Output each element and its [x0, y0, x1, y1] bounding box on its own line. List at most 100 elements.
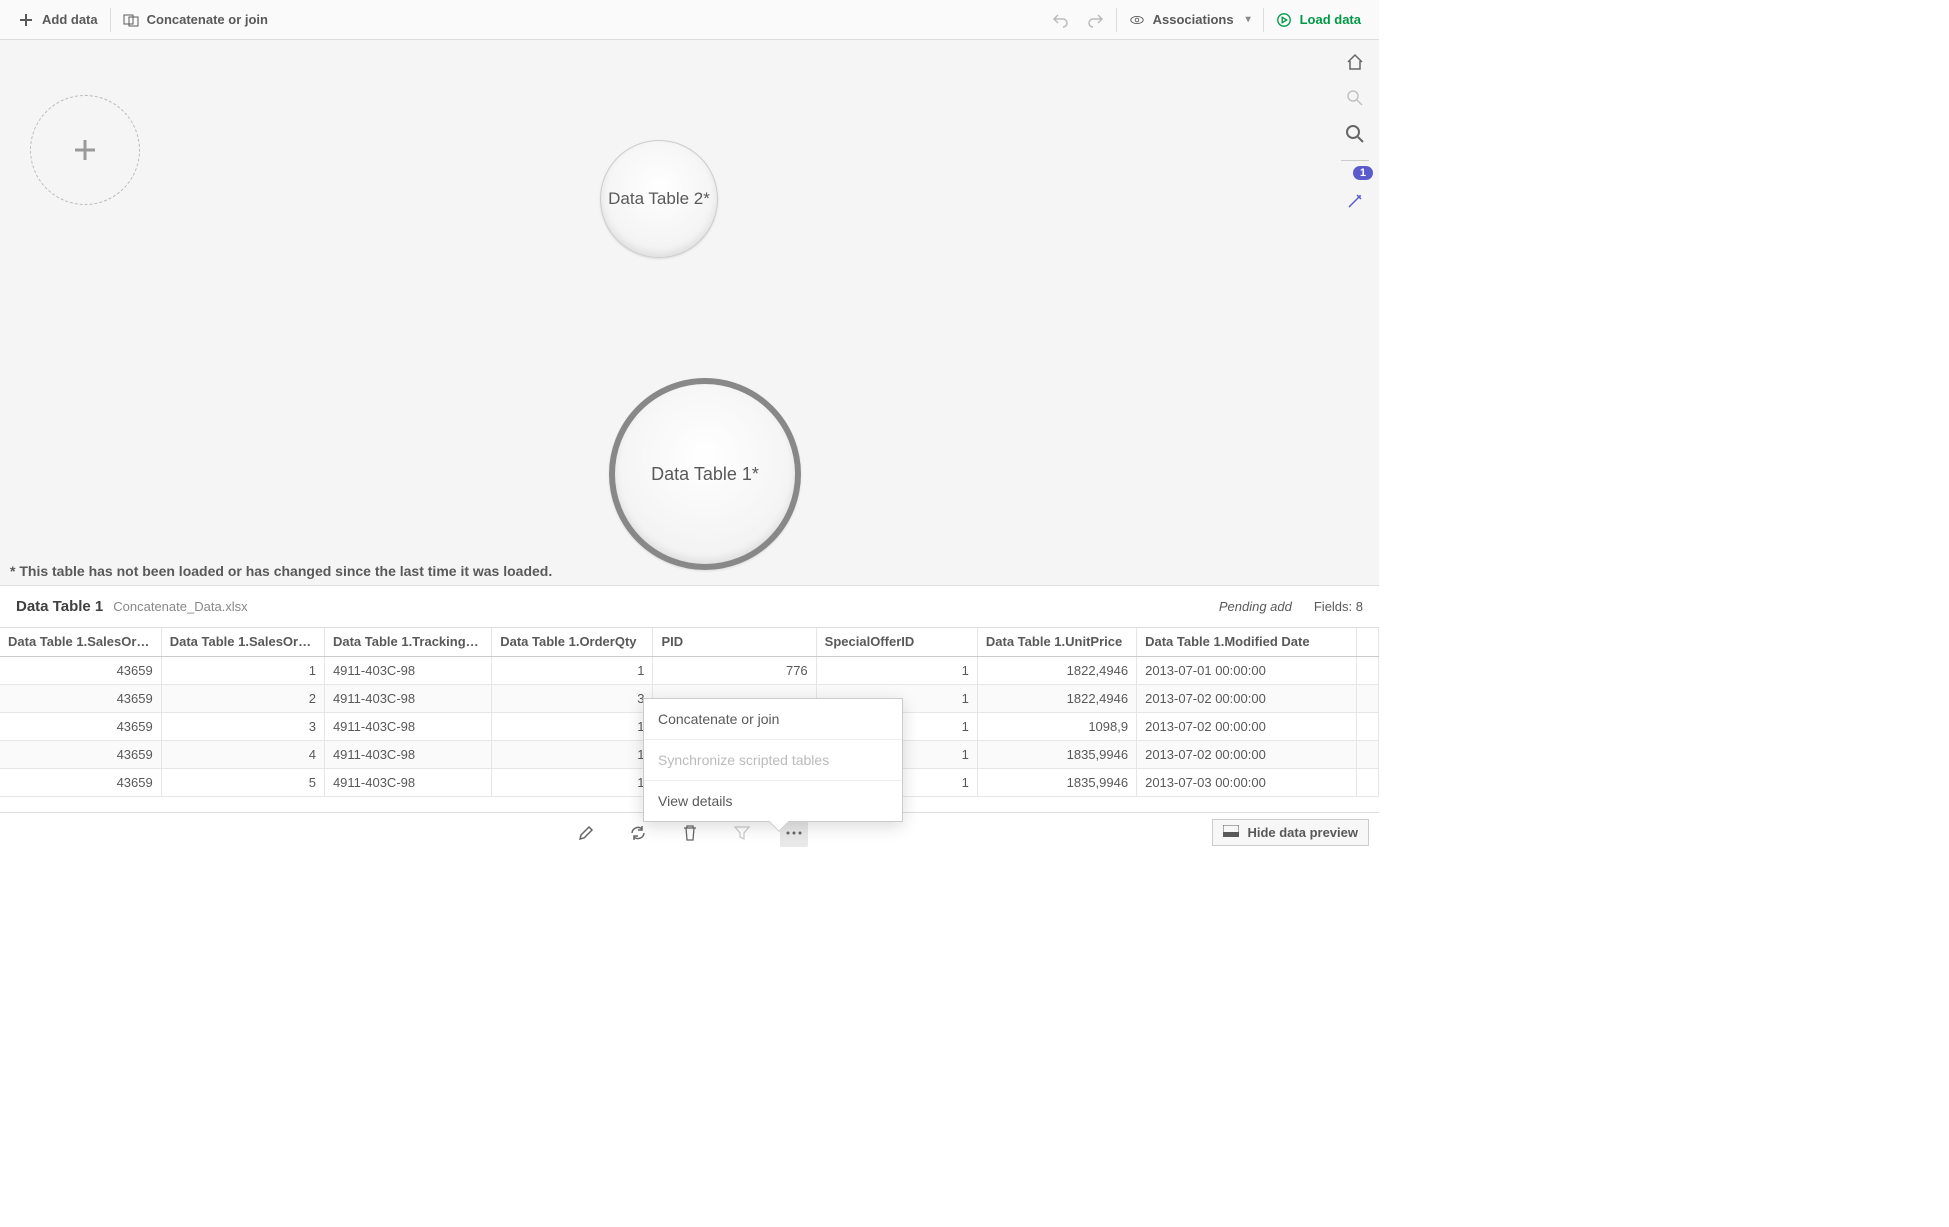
add-data-button[interactable]: Add data — [8, 0, 108, 39]
delete-button[interactable] — [676, 819, 704, 847]
table-cell: 5 — [161, 768, 324, 796]
refresh-button[interactable] — [624, 819, 652, 847]
load-data-button[interactable]: Load data — [1266, 0, 1371, 39]
table-bubble-1-label: Data Table 1* — [651, 464, 759, 485]
concatenate-join-label: Concatenate or join — [147, 12, 268, 27]
column-header[interactable]: SpecialOfferID — [816, 628, 977, 656]
table-cell: 43659 — [0, 740, 161, 768]
toolbar-separator — [110, 8, 111, 32]
table-cell: 2013-07-03 00:00:00 — [1137, 768, 1357, 796]
associations-button[interactable]: Associations ▾ — [1119, 0, 1261, 39]
table-cell: 776 — [653, 656, 816, 684]
data-model-canvas[interactable]: Data Table 2* Data Table 1* 1 * This tab… — [0, 40, 1379, 585]
table-cell: 4911-403C-98 — [324, 684, 491, 712]
table-cell: 1 — [492, 740, 653, 768]
preview-file-name: Concatenate_Data.xlsx — [113, 599, 247, 614]
preview-pending-status: Pending add — [1219, 599, 1292, 614]
column-header[interactable]: Data Table 1.UnitPrice — [977, 628, 1136, 656]
table-cell-empty — [1356, 656, 1378, 684]
play-circle-icon — [1276, 12, 1292, 28]
table-cell: 1835,9946 — [977, 740, 1136, 768]
preview-fields-count: Fields: 8 — [1314, 599, 1363, 614]
table-cell: 1822,4946 — [977, 684, 1136, 712]
table-cell: 4911-403C-98 — [324, 768, 491, 796]
table-bubble-2-label: Data Table 2* — [608, 189, 710, 209]
undo-button[interactable] — [1042, 0, 1078, 39]
table-cell: 43659 — [0, 684, 161, 712]
redo-icon — [1088, 12, 1104, 28]
table-bubble-2[interactable]: Data Table 2* — [600, 140, 718, 258]
more-actions-menu: Concatenate or joinSynchronize scripted … — [643, 698, 903, 822]
eye-icon — [1129, 12, 1145, 28]
plus-icon — [71, 136, 99, 164]
toolbar-separator — [1263, 8, 1264, 32]
table-cell: 4911-403C-98 — [324, 656, 491, 684]
hide-data-preview-button[interactable]: Hide data preview — [1212, 819, 1369, 846]
table-cell-empty — [1356, 768, 1378, 796]
table-cell: 2013-07-02 00:00:00 — [1137, 712, 1357, 740]
chevron-down-icon: ▾ — [1246, 14, 1251, 25]
panel-icon — [1223, 825, 1239, 840]
join-icon — [123, 12, 139, 28]
preview-table-name: Data Table 1 — [16, 598, 103, 615]
column-header-empty — [1356, 628, 1378, 656]
load-data-label: Load data — [1300, 12, 1361, 27]
hide-preview-label: Hide data preview — [1247, 825, 1358, 840]
table-cell: 1098,9 — [977, 712, 1136, 740]
table-cell-empty — [1356, 740, 1378, 768]
context-menu-item: Synchronize scripted tables — [644, 740, 902, 781]
recommendations-badge: 1 — [1353, 166, 1373, 180]
table-bubble-1[interactable]: Data Table 1* — [609, 378, 801, 570]
zoom-in-button[interactable] — [1343, 86, 1367, 110]
column-header[interactable]: Data Table 1.Tracking… — [324, 628, 491, 656]
table-cell: 1 — [161, 656, 324, 684]
home-button[interactable] — [1343, 50, 1367, 74]
table-cell: 4911-403C-98 — [324, 712, 491, 740]
context-menu-item[interactable]: View details — [644, 781, 902, 821]
toolbar-separator — [1116, 8, 1117, 32]
top-toolbar: Add data Concatenate or join Association — [0, 0, 1379, 40]
concatenate-join-button[interactable]: Concatenate or join — [113, 0, 278, 39]
table-cell: 1 — [492, 768, 653, 796]
column-header[interactable]: Data Table 1.SalesOr… — [161, 628, 324, 656]
recommendations-button[interactable] — [1343, 189, 1367, 213]
undo-icon — [1052, 12, 1068, 28]
table-cell: 2013-07-01 00:00:00 — [1137, 656, 1357, 684]
table-row[interactable]: 4365914911-403C-98177611822,49462013-07-… — [0, 656, 1379, 684]
table-cell: 3 — [492, 684, 653, 712]
table-cell: 1 — [816, 656, 977, 684]
plus-icon — [18, 12, 34, 28]
column-header[interactable]: Data Table 1.Modified Date — [1137, 628, 1357, 656]
table-cell: 3 — [161, 712, 324, 740]
add-table-bubble[interactable] — [30, 95, 140, 205]
table-cell: 4911-403C-98 — [324, 740, 491, 768]
context-menu-item[interactable]: Concatenate or join — [644, 699, 902, 740]
add-data-label: Add data — [42, 12, 98, 27]
table-cell: 1 — [492, 656, 653, 684]
preview-header: Data Table 1 Concatenate_Data.xlsx Pendi… — [0, 585, 1379, 627]
unsaved-note: * This table has not been loaded or has … — [10, 563, 552, 579]
table-cell: 43659 — [0, 656, 161, 684]
redo-button[interactable] — [1078, 0, 1114, 39]
table-cell: 43659 — [0, 712, 161, 740]
table-cell: 2013-07-02 00:00:00 — [1137, 684, 1357, 712]
column-header[interactable]: PID — [653, 628, 816, 656]
table-cell: 2013-07-02 00:00:00 — [1137, 740, 1357, 768]
associations-label: Associations — [1153, 12, 1234, 27]
table-cell: 2 — [161, 684, 324, 712]
table-cell: 4 — [161, 740, 324, 768]
canvas-side-tools: 1 — [1341, 50, 1369, 213]
table-cell: 1835,9946 — [977, 768, 1136, 796]
side-tool-separator — [1341, 160, 1369, 161]
edit-button[interactable] — [572, 819, 600, 847]
table-cell: 43659 — [0, 768, 161, 796]
table-cell: 1822,4946 — [977, 656, 1136, 684]
column-header[interactable]: Data Table 1.OrderQty — [492, 628, 653, 656]
table-cell-empty — [1356, 684, 1378, 712]
table-cell-empty — [1356, 712, 1378, 740]
table-header-row: Data Table 1.SalesOr…Data Table 1.SalesO… — [0, 628, 1379, 656]
filter-button — [728, 819, 756, 847]
table-cell: 1 — [492, 712, 653, 740]
zoom-out-button[interactable] — [1343, 122, 1367, 146]
column-header[interactable]: Data Table 1.SalesOr… — [0, 628, 161, 656]
